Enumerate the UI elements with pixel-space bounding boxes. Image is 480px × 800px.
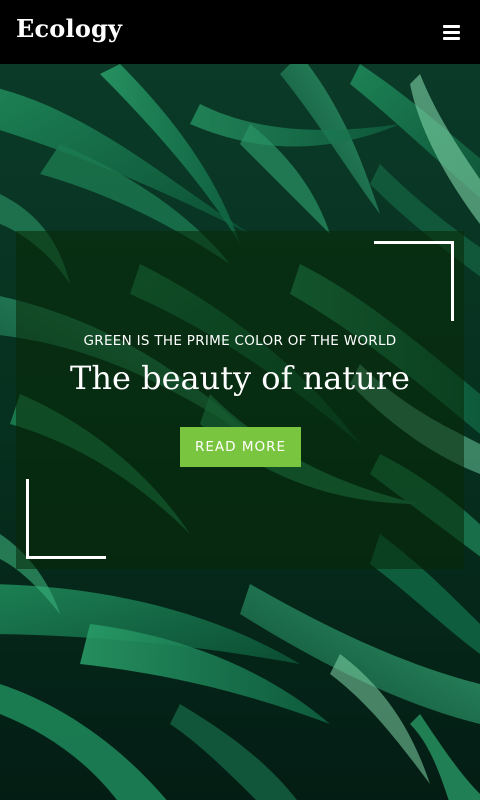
read-more-button[interactable]: READ MORE — [180, 427, 301, 467]
page: Ecology GREEN IS THE PRIME COLOR OF THE … — [0, 0, 480, 800]
menu-bar — [443, 25, 460, 28]
corner-frame-top-right — [374, 241, 454, 321]
navbar: Ecology — [0, 0, 480, 64]
hamburger-menu-icon[interactable] — [442, 22, 462, 40]
hero-card: GREEN IS THE PRIME COLOR OF THE WORLD Th… — [16, 231, 464, 569]
menu-bar — [443, 37, 460, 40]
menu-bar — [443, 31, 460, 34]
logo[interactable]: Ecology — [16, 14, 122, 43]
hero-section: GREEN IS THE PRIME COLOR OF THE WORLD Th… — [0, 64, 480, 800]
hero-eyebrow: GREEN IS THE PRIME COLOR OF THE WORLD — [83, 333, 397, 349]
corner-frame-bottom-left — [26, 479, 106, 559]
hero-title: The beauty of nature — [70, 359, 410, 397]
